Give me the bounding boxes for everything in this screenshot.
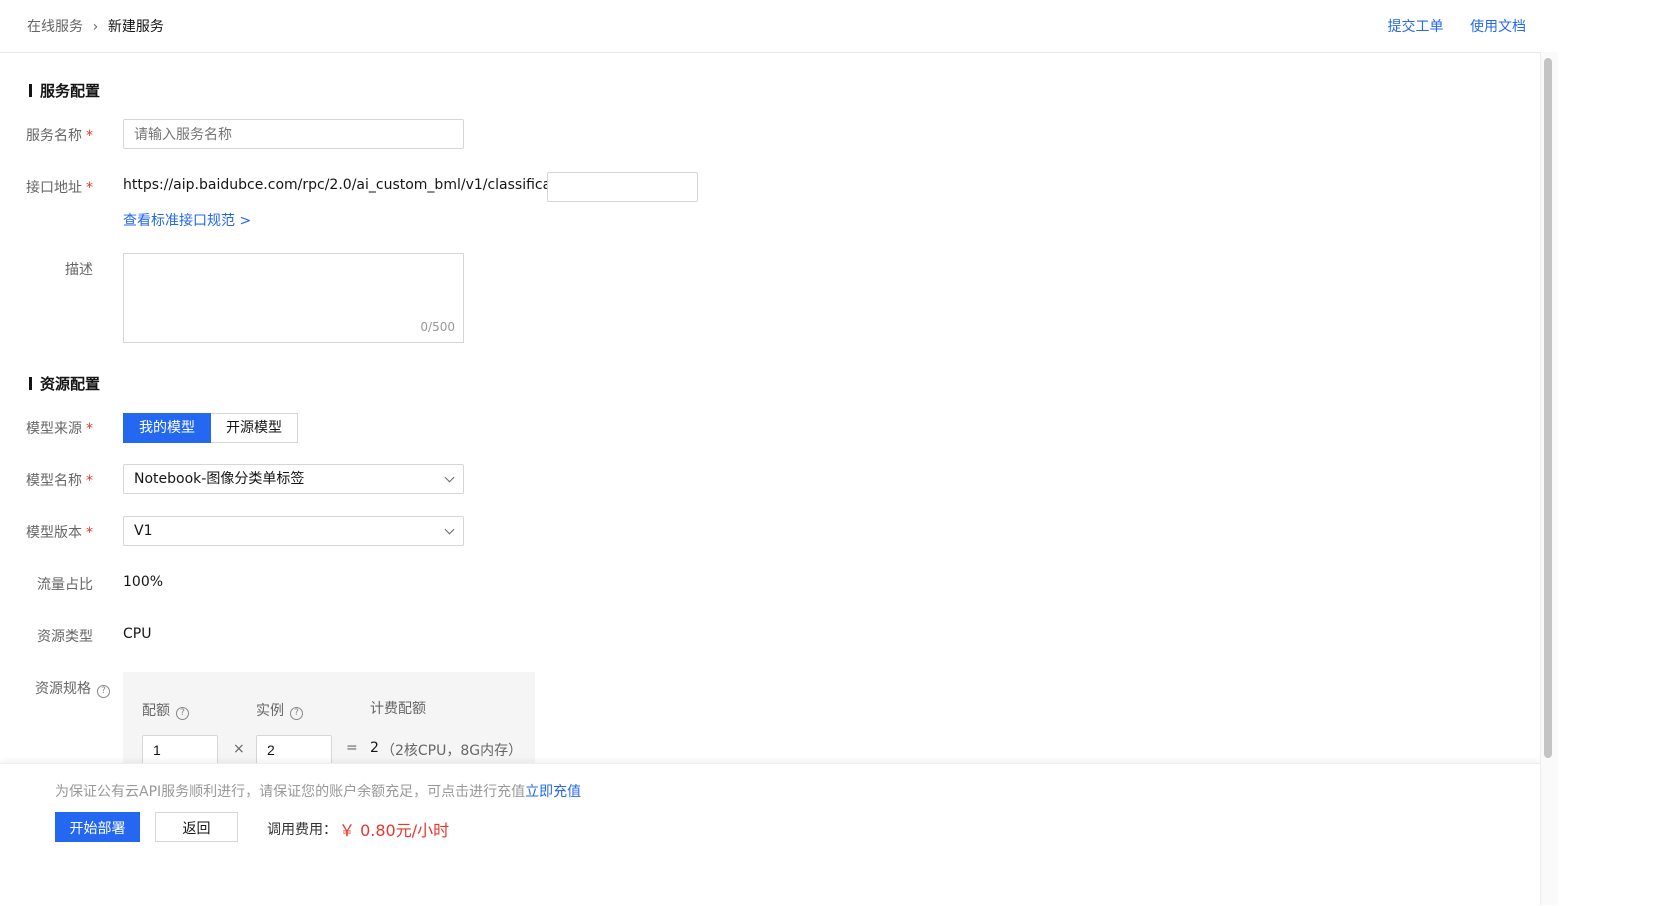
endpoint-prefix: https://aip.baidubce.com/rpc/2.0/ai_cust… [123, 177, 583, 193]
breadcrumb: 在线服务 › 新建服务 [27, 16, 164, 36]
scrollbar-thumb[interactable] [1544, 58, 1552, 758]
model-version-label: 模型版本 * [26, 525, 93, 541]
interface-spec-link[interactable]: 查看标准接口规范 > [123, 210, 251, 230]
cost-label: 调用费用： [267, 822, 337, 838]
my-model-option[interactable]: 我的模型 [123, 413, 211, 443]
chevron-right-icon: › [92, 19, 99, 35]
breadcrumb-parent[interactable]: 在线服务 [27, 19, 83, 35]
resource-spec-panel: 配额? 实例? 计费配额 × = 2 （2核CPU，8G内存） [123, 672, 535, 772]
billing-value: 2 [370, 740, 379, 756]
help-icon[interactable]: ? [176, 707, 189, 720]
resource-config-title: 资源配置 [29, 373, 100, 394]
breadcrumb-current: 新建服务 [107, 19, 164, 35]
traffic-value: 100% [123, 574, 164, 590]
top-links: 提交工单 使用文档 [1366, 16, 1526, 36]
model-version-value: V1 [134, 523, 153, 539]
description-counter: 0/500 [420, 320, 455, 334]
submit-ticket-link[interactable]: 提交工单 [1388, 19, 1444, 35]
service-config-title: 服务配置 [29, 80, 100, 101]
resource-type-label: 资源类型 [37, 629, 93, 645]
resource-type-value: CPU [123, 626, 152, 642]
times-sign: × [233, 741, 245, 757]
billing-header: 计费配额 [370, 701, 426, 717]
description-label: 描述 [65, 262, 93, 278]
billing-detail: （2核CPU，8G内存） [381, 743, 523, 759]
balance-notice: 为保证公有云API服务顺利进行，请保证您的账户余额充足，可点击进行充值立即充值 [55, 784, 582, 800]
instance-header: 实例? [256, 700, 303, 720]
model-name-value: Notebook-图像分类单标签 [134, 471, 305, 487]
endpoint-label: 接口地址 * [26, 180, 93, 196]
window-edge [1558, 0, 1658, 905]
help-icon[interactable]: ? [290, 707, 303, 720]
model-name-select[interactable]: Notebook-图像分类单标签 [123, 464, 464, 494]
deploy-button[interactable]: 开始部署 [55, 812, 140, 842]
traffic-label: 流量占比 [37, 577, 93, 593]
endpoint-suffix-input[interactable] [547, 172, 698, 202]
instance-input[interactable] [256, 735, 332, 765]
recharge-link[interactable]: 立即充值 [525, 784, 581, 800]
model-source-label: 模型来源 * [26, 421, 93, 437]
model-source-toggle: 我的模型 开源模型 [123, 413, 298, 443]
service-name-input[interactable] [123, 119, 464, 149]
quota-header: 配额? [142, 700, 189, 720]
description-textarea[interactable]: 0/500 [123, 253, 464, 343]
top-bar: 在线服务 › 新建服务 提交工单 使用文档 [0, 0, 1540, 53]
quota-input[interactable] [142, 735, 218, 765]
docs-link[interactable]: 使用文档 [1470, 19, 1526, 35]
model-name-label: 模型名称 * [26, 473, 93, 489]
equals-sign: = [346, 740, 358, 756]
help-icon[interactable]: ? [97, 685, 110, 698]
back-button[interactable]: 返回 [155, 812, 238, 842]
chevron-down-icon [444, 472, 455, 483]
chevron-down-icon [444, 524, 455, 535]
model-version-select[interactable]: V1 [123, 516, 464, 546]
resource-spec-label: 资源规格? [20, 678, 110, 698]
footer-bar: 为保证公有云API服务顺利进行，请保证您的账户余额充足，可点击进行充值立即充值 … [0, 763, 1540, 906]
open-source-model-option[interactable]: 开源模型 [211, 413, 298, 443]
service-name-label: 服务名称 * [26, 128, 93, 144]
cost-value: ￥ 0.80元/小时 [339, 821, 450, 840]
